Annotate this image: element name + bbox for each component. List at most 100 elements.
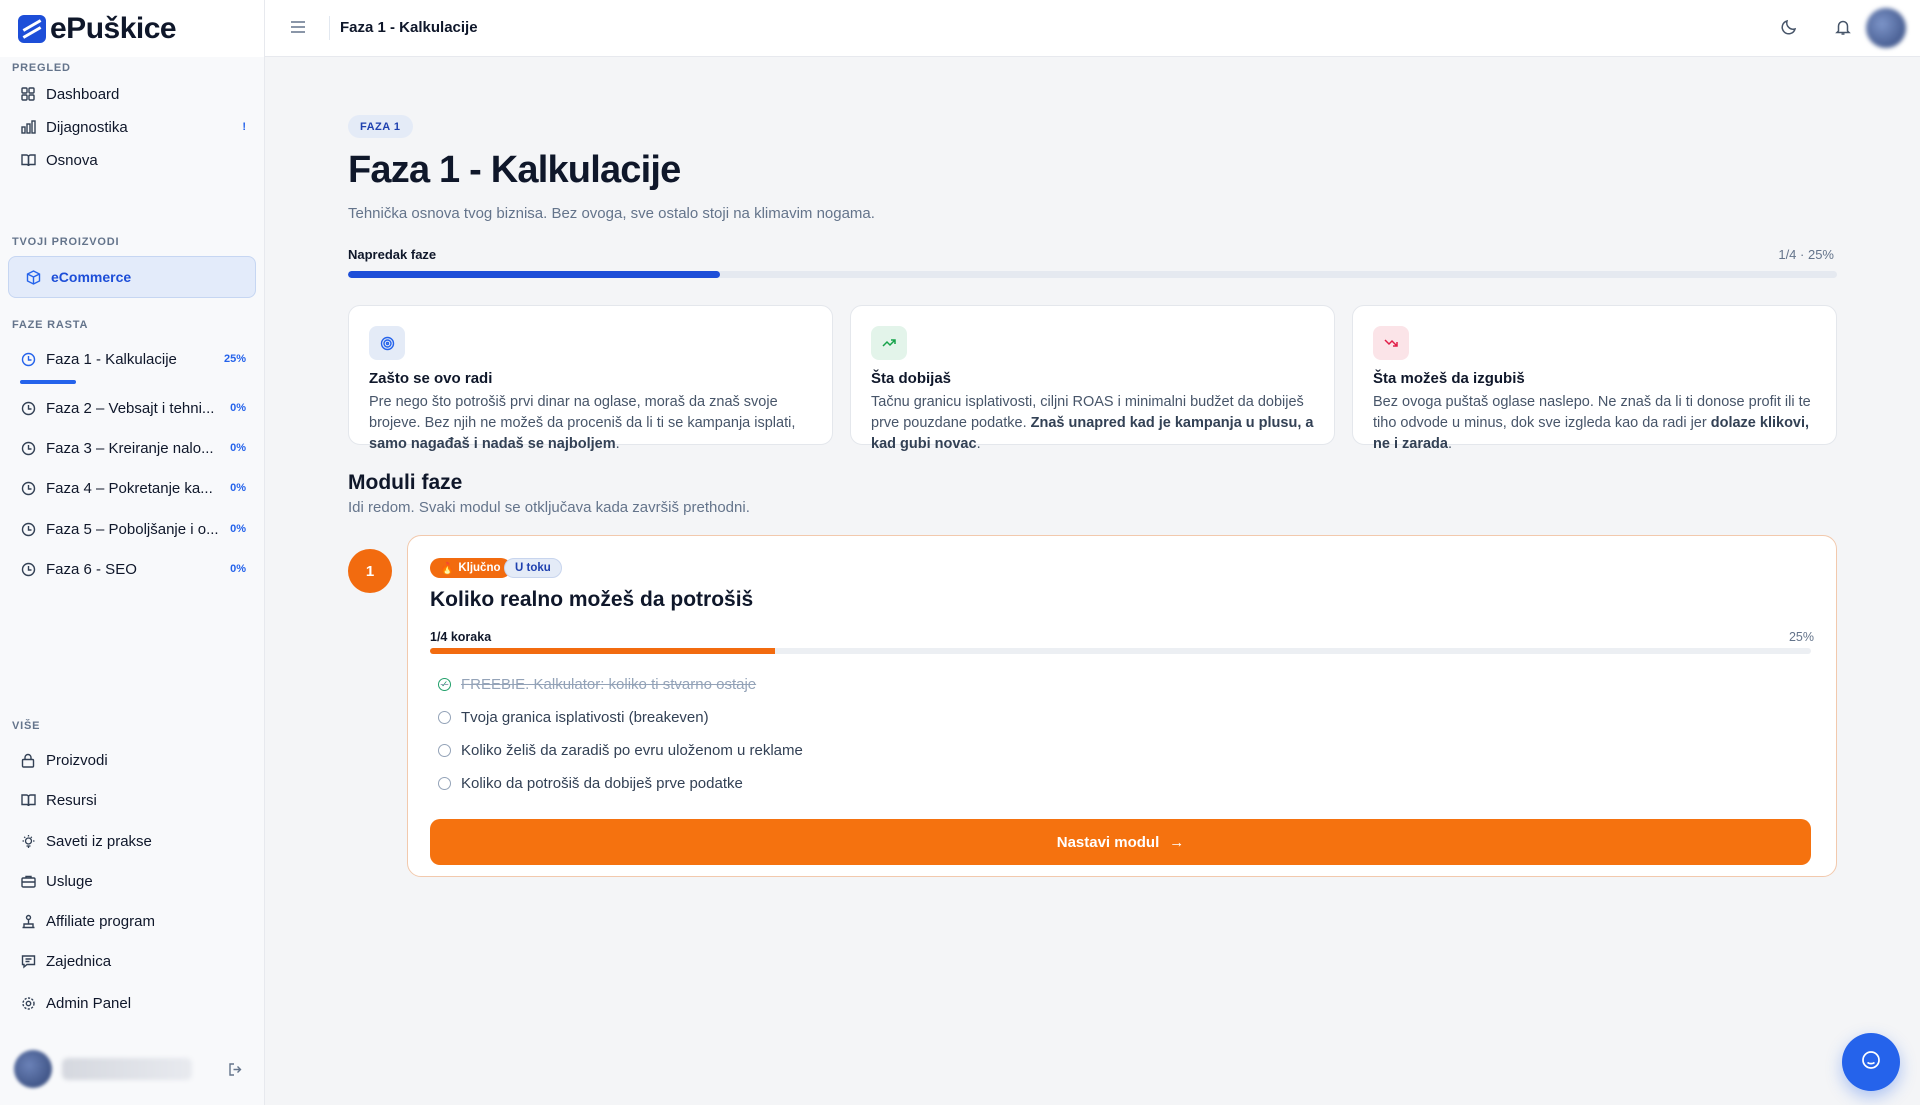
sidebar-item-products[interactable]: Proizvodi (8, 743, 256, 777)
module-step[interactable]: Koliko da potrošiš da dobiješ prve podat… (438, 775, 743, 792)
sidebar-item-label: Faza 3 – Kreiranje nalo... (46, 439, 214, 457)
module-step[interactable]: ✓ FREEBIE. Kalkulator: koliko ti stvarno… (438, 676, 756, 693)
sidebar-item-dashboard[interactable]: Dashboard (8, 77, 256, 111)
sidebar: ePuškice PREGLED Dashboard Dijagnostika … (0, 0, 265, 1105)
sidebar-item-resources[interactable]: Resursi (8, 783, 256, 817)
sidebar-item-label: Admin Panel (46, 994, 132, 1012)
circle-icon (438, 711, 451, 724)
topbar: Faza 1 - Kalkulacije (265, 0, 1920, 57)
sidebar-item-label: Faza 6 - SEO (46, 560, 137, 578)
phase-progress-bar (348, 271, 1837, 278)
sidebar-item-phase-3[interactable]: Faza 3 – Kreiranje nalo... 0% (8, 431, 256, 465)
chat-bot-icon (1860, 1049, 1882, 1076)
clock-icon (20, 440, 36, 456)
sidebar-item-label: Osnova (46, 151, 98, 169)
info-card-title: Šta dobijaš (871, 370, 952, 387)
info-card-title: Zašto se ovo radi (369, 370, 493, 387)
sidebar-item-label: Faza 5 – Poboljšanje i o... (46, 520, 219, 538)
arrow-right-icon: → (1169, 833, 1185, 851)
module-step[interactable]: Tvoja granica isplativosti (breakeven) (438, 709, 709, 726)
module-title: Koliko realno možeš da potrošiš (430, 588, 754, 611)
info-card-loss: Šta možeš da izgubiš Bez ovoga puštaš og… (1352, 305, 1837, 452)
logo-icon (18, 14, 46, 43)
sidebar-item-label: Faza 2 – Vebsajt i tehni... (46, 399, 215, 417)
page-subtitle: Tehnička osnova tvog biznisa. Bez ovoga,… (348, 205, 875, 222)
module-number: 1 (348, 549, 392, 593)
gear-icon (20, 995, 36, 1011)
phase-progress-label: Napredak faze (348, 247, 437, 262)
lock-icon (20, 752, 36, 768)
logo[interactable]: ePuškice (0, 0, 264, 57)
phase-pct: 0% (230, 523, 246, 535)
step-label: FREEBIE. Kalkulator: koliko ti stvarno o… (461, 676, 757, 693)
sidebar-item-label: Affiliate program (46, 912, 155, 930)
sidebar-item-phase-5[interactable]: Faza 5 – Poboljšanje i o... 0% (8, 512, 256, 546)
grid-icon (20, 86, 36, 102)
phase-progress-text: 1/4 · 25% (1778, 247, 1834, 262)
lightbulb-icon (20, 833, 36, 849)
avatar (14, 1050, 52, 1088)
page-title: Faza 1 - Kalkulacije (348, 149, 681, 191)
sidebar-item-services[interactable]: Usluge (8, 864, 256, 898)
sidebar-item-diagnostics[interactable]: Dijagnostika ! (8, 110, 256, 144)
user-profile[interactable] (8, 1047, 256, 1091)
bell-icon[interactable] (1834, 18, 1854, 38)
chat-support-button[interactable] (1842, 1033, 1900, 1091)
moon-icon[interactable] (1780, 18, 1800, 38)
menu-icon[interactable] (289, 18, 309, 38)
step-label: Koliko želiš da zaradiš po evru uloženom… (461, 742, 803, 759)
divider (329, 16, 330, 40)
sidebar-item-label: Faza 4 – Pokretanje ka... (46, 479, 213, 497)
sidebar-item-label: Saveti iz prakse (46, 832, 152, 850)
info-card-text: Tačnu granicu isplativosti, ciljni ROAS … (871, 394, 1314, 452)
sidebar-item-community[interactable]: Zajednica (8, 944, 256, 978)
clock-icon (20, 480, 36, 496)
section-title-more: VIŠE (12, 720, 41, 732)
sidebar-item-admin[interactable]: Admin Panel (8, 986, 256, 1020)
briefcase-icon (20, 873, 36, 889)
sidebar-item-tips[interactable]: Saveti iz prakse (8, 824, 256, 858)
key-tag: 🔥 Ključno (430, 558, 511, 578)
module-step[interactable]: Koliko želiš da zaradiš po evru uloženom… (438, 742, 803, 759)
module-steps-label: 1/4 koraka (430, 630, 492, 644)
continue-module-button[interactable]: Nastavi modul → (430, 819, 1811, 865)
circle-icon (438, 777, 451, 790)
section-title-overview: PREGLED (12, 62, 71, 74)
sidebar-item-label: Dashboard (46, 85, 120, 103)
phase-badge: FAZA 1 (348, 115, 413, 138)
chat-icon (20, 953, 36, 969)
sidebar-item-label: Zajednica (46, 952, 112, 970)
clock-icon (20, 400, 36, 416)
module-card[interactable]: 🔥 Ključno U toku Koliko realno možeš da p… (407, 535, 1837, 877)
sidebar-item-phase-4[interactable]: Faza 4 – Pokretanje ka... 0% (8, 471, 256, 505)
phase-pct: 25% (223, 353, 246, 365)
modules-title: Moduli faze (348, 471, 463, 494)
avatar[interactable] (1866, 8, 1906, 48)
bar-chart-icon (20, 119, 36, 135)
phase-pct: 0% (230, 442, 246, 454)
module-progress-fill (430, 648, 776, 654)
clock-icon (20, 561, 36, 577)
network-icon (20, 913, 36, 929)
logout-icon[interactable] (226, 1060, 244, 1078)
module-progress-bar (430, 648, 1811, 654)
brand-name: ePuškice (50, 11, 177, 45)
sidebar-item-phase-6[interactable]: Faza 6 - SEO 0% (8, 552, 256, 586)
clock-icon (20, 351, 36, 367)
sidebar-item-ecommerce[interactable]: eCommerce (8, 256, 256, 298)
user-name-blurred (62, 1058, 192, 1080)
clock-icon (20, 521, 36, 537)
sidebar-item-label: Proizvodi (46, 751, 108, 769)
book-icon (20, 792, 36, 808)
sidebar-item-phase-2[interactable]: Faza 2 – Vebsajt i tehni... 0% (8, 391, 256, 425)
sidebar-item-osnova[interactable]: Osnova (8, 143, 256, 177)
module-steps-pct: 25% (1788, 630, 1814, 644)
sidebar-item-affiliate[interactable]: Affiliate program (8, 904, 256, 938)
section-title-phases: FAZE RASTA (12, 319, 89, 331)
box-icon (25, 269, 41, 285)
main-content: FAZA 1 Faza 1 - Kalkulacije Tehnička osn… (265, 57, 1920, 1105)
sidebar-item-phase-1[interactable]: Faza 1 - Kalkulacije 25% (8, 342, 256, 376)
info-card-gain: Šta dobijaš Tačnu granicu isplativosti, … (850, 305, 1335, 452)
circle-icon (438, 744, 451, 757)
sidebar-item-label: Dijagnostika (46, 118, 128, 136)
